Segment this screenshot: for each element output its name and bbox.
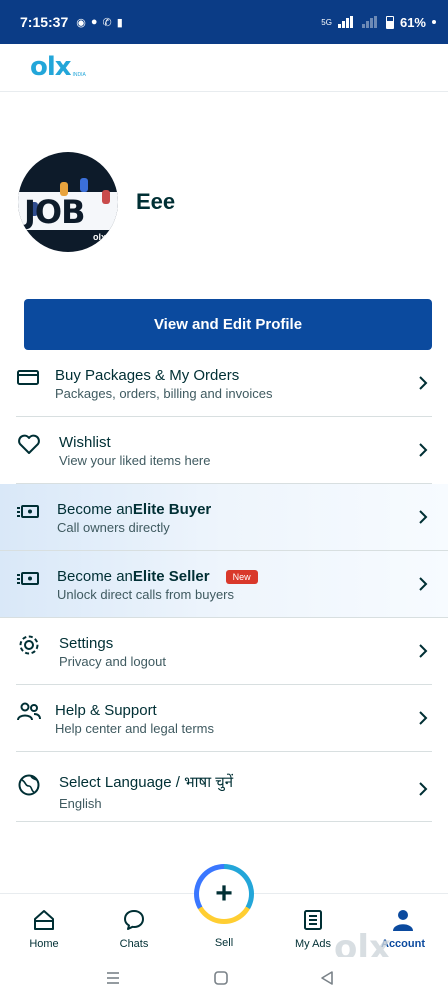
menu-title: Become an Elite Seller New: [57, 568, 258, 585]
sell-button[interactable]: +: [194, 864, 254, 924]
profile-name: Eee: [136, 189, 176, 214]
menu-subtitle: Unlock direct calls from buyers: [57, 587, 234, 602]
menu-item-wishlist[interactable]: Wishlist View your liked items here: [16, 417, 432, 484]
title-prefix: Become an: [57, 568, 133, 585]
chevron-right-icon: [419, 577, 428, 591]
notification-icons: ◉ ● ✆ ▮: [76, 16, 123, 29]
home-icon: [34, 910, 54, 930]
menu-subtitle: Help center and legal terms: [55, 721, 214, 736]
chevron-right-icon: [419, 376, 428, 390]
elite-icon: [17, 505, 39, 518]
chat-icon: [124, 910, 144, 930]
chevron-right-icon: [419, 510, 428, 524]
chevron-right-icon: [419, 644, 428, 658]
logo-sub: INDIA: [72, 72, 86, 78]
signal-icon-2: [361, 16, 380, 28]
menu-title: Become an Elite Buyer: [57, 501, 211, 518]
nav-chats[interactable]: Chats: [99, 908, 169, 950]
menu-item-packages[interactable]: Buy Packages & My Orders Packages, order…: [16, 350, 432, 417]
indicator-dot: [432, 20, 436, 24]
menu-item-language[interactable]: Select Language / भाषा चुनें English: [16, 752, 432, 822]
gear-icon: [19, 635, 39, 655]
account-menu: Buy Packages & My Orders Packages, order…: [0, 350, 448, 822]
title-prefix: Become an: [57, 501, 133, 518]
menu-item-elite-seller[interactable]: Become an Elite Seller New Unlock direct …: [0, 551, 448, 618]
trash-icon: ▮: [116, 16, 123, 29]
olx-logo[interactable]: olx INDIA: [30, 52, 86, 82]
chevron-right-icon: [419, 443, 428, 457]
plus-icon: +: [215, 877, 233, 910]
chevron-right-icon: [419, 711, 428, 725]
menu-item-help[interactable]: Help & Support Help center and legal ter…: [16, 685, 432, 752]
profile-section: JOB olx Eee: [18, 150, 438, 254]
avatar-text: JOB: [24, 193, 85, 231]
menu-title: Wishlist: [59, 434, 111, 451]
battery-icon: [385, 15, 394, 29]
menu-subtitle: Call owners directly: [57, 520, 170, 535]
app-header: olx INDIA: [0, 44, 448, 92]
network-label: 5G: [321, 17, 332, 27]
system-nav-bar: [0, 957, 448, 1000]
back-icon[interactable]: [318, 969, 336, 987]
status-bar: 7:15:37 ◉ ● ✆ ▮ 5G 61%: [0, 0, 448, 44]
nav-label: Chats: [119, 938, 149, 950]
view-edit-profile-button[interactable]: View and Edit Profile: [24, 299, 432, 350]
menu-subtitle: Privacy and logout: [59, 654, 166, 669]
elite-icon: [17, 572, 39, 585]
card-icon: [17, 370, 39, 385]
chevron-right-icon: [419, 782, 428, 796]
menu-title: Help & Support: [55, 702, 157, 719]
menu-subtitle: View your liked items here: [59, 453, 211, 468]
menu-subtitle: Packages, orders, billing and invoices: [55, 386, 273, 401]
nav-label: Home: [29, 938, 59, 950]
avatar-brand: olx: [92, 232, 106, 242]
menu-title: Buy Packages & My Orders: [55, 367, 240, 384]
recents-icon[interactable]: [104, 969, 122, 987]
avatar[interactable]: JOB olx: [18, 152, 118, 252]
new-badge: New: [225, 569, 258, 584]
nav-sell-label[interactable]: Sell: [189, 937, 259, 949]
title-bold: Elite Seller: [132, 568, 210, 585]
status-time: 7:15:37: [20, 14, 69, 30]
logo-text: olx: [30, 52, 72, 82]
title-bold: Elite Buyer: [132, 501, 212, 518]
menu-subtitle: English: [59, 796, 102, 811]
signal-icon: [337, 16, 356, 28]
heart-icon: [18, 434, 40, 454]
menu-title: Settings: [59, 635, 114, 652]
globe-icon: [18, 774, 40, 796]
phone-icon: ✆: [102, 16, 112, 29]
menu-title: Select Language / भाषा चुनें: [59, 774, 234, 791]
battery-level: 61%: [399, 14, 426, 30]
chat-bubble-icon: ●: [90, 15, 98, 28]
account-icon: [393, 910, 413, 931]
menu-item-settings[interactable]: Settings Privacy and logout: [16, 618, 432, 685]
nav-label: My Ads: [294, 938, 332, 950]
people-icon: [17, 702, 41, 721]
home-button-icon[interactable]: [212, 969, 230, 987]
whatsapp-icon: ◉: [76, 16, 86, 29]
nav-home[interactable]: Home: [9, 908, 79, 950]
menu-item-elite-buyer[interactable]: Become an Elite Buyer Call owners direct…: [0, 484, 448, 551]
ads-icon: [304, 910, 322, 930]
nav-label: Sell: [214, 937, 234, 949]
